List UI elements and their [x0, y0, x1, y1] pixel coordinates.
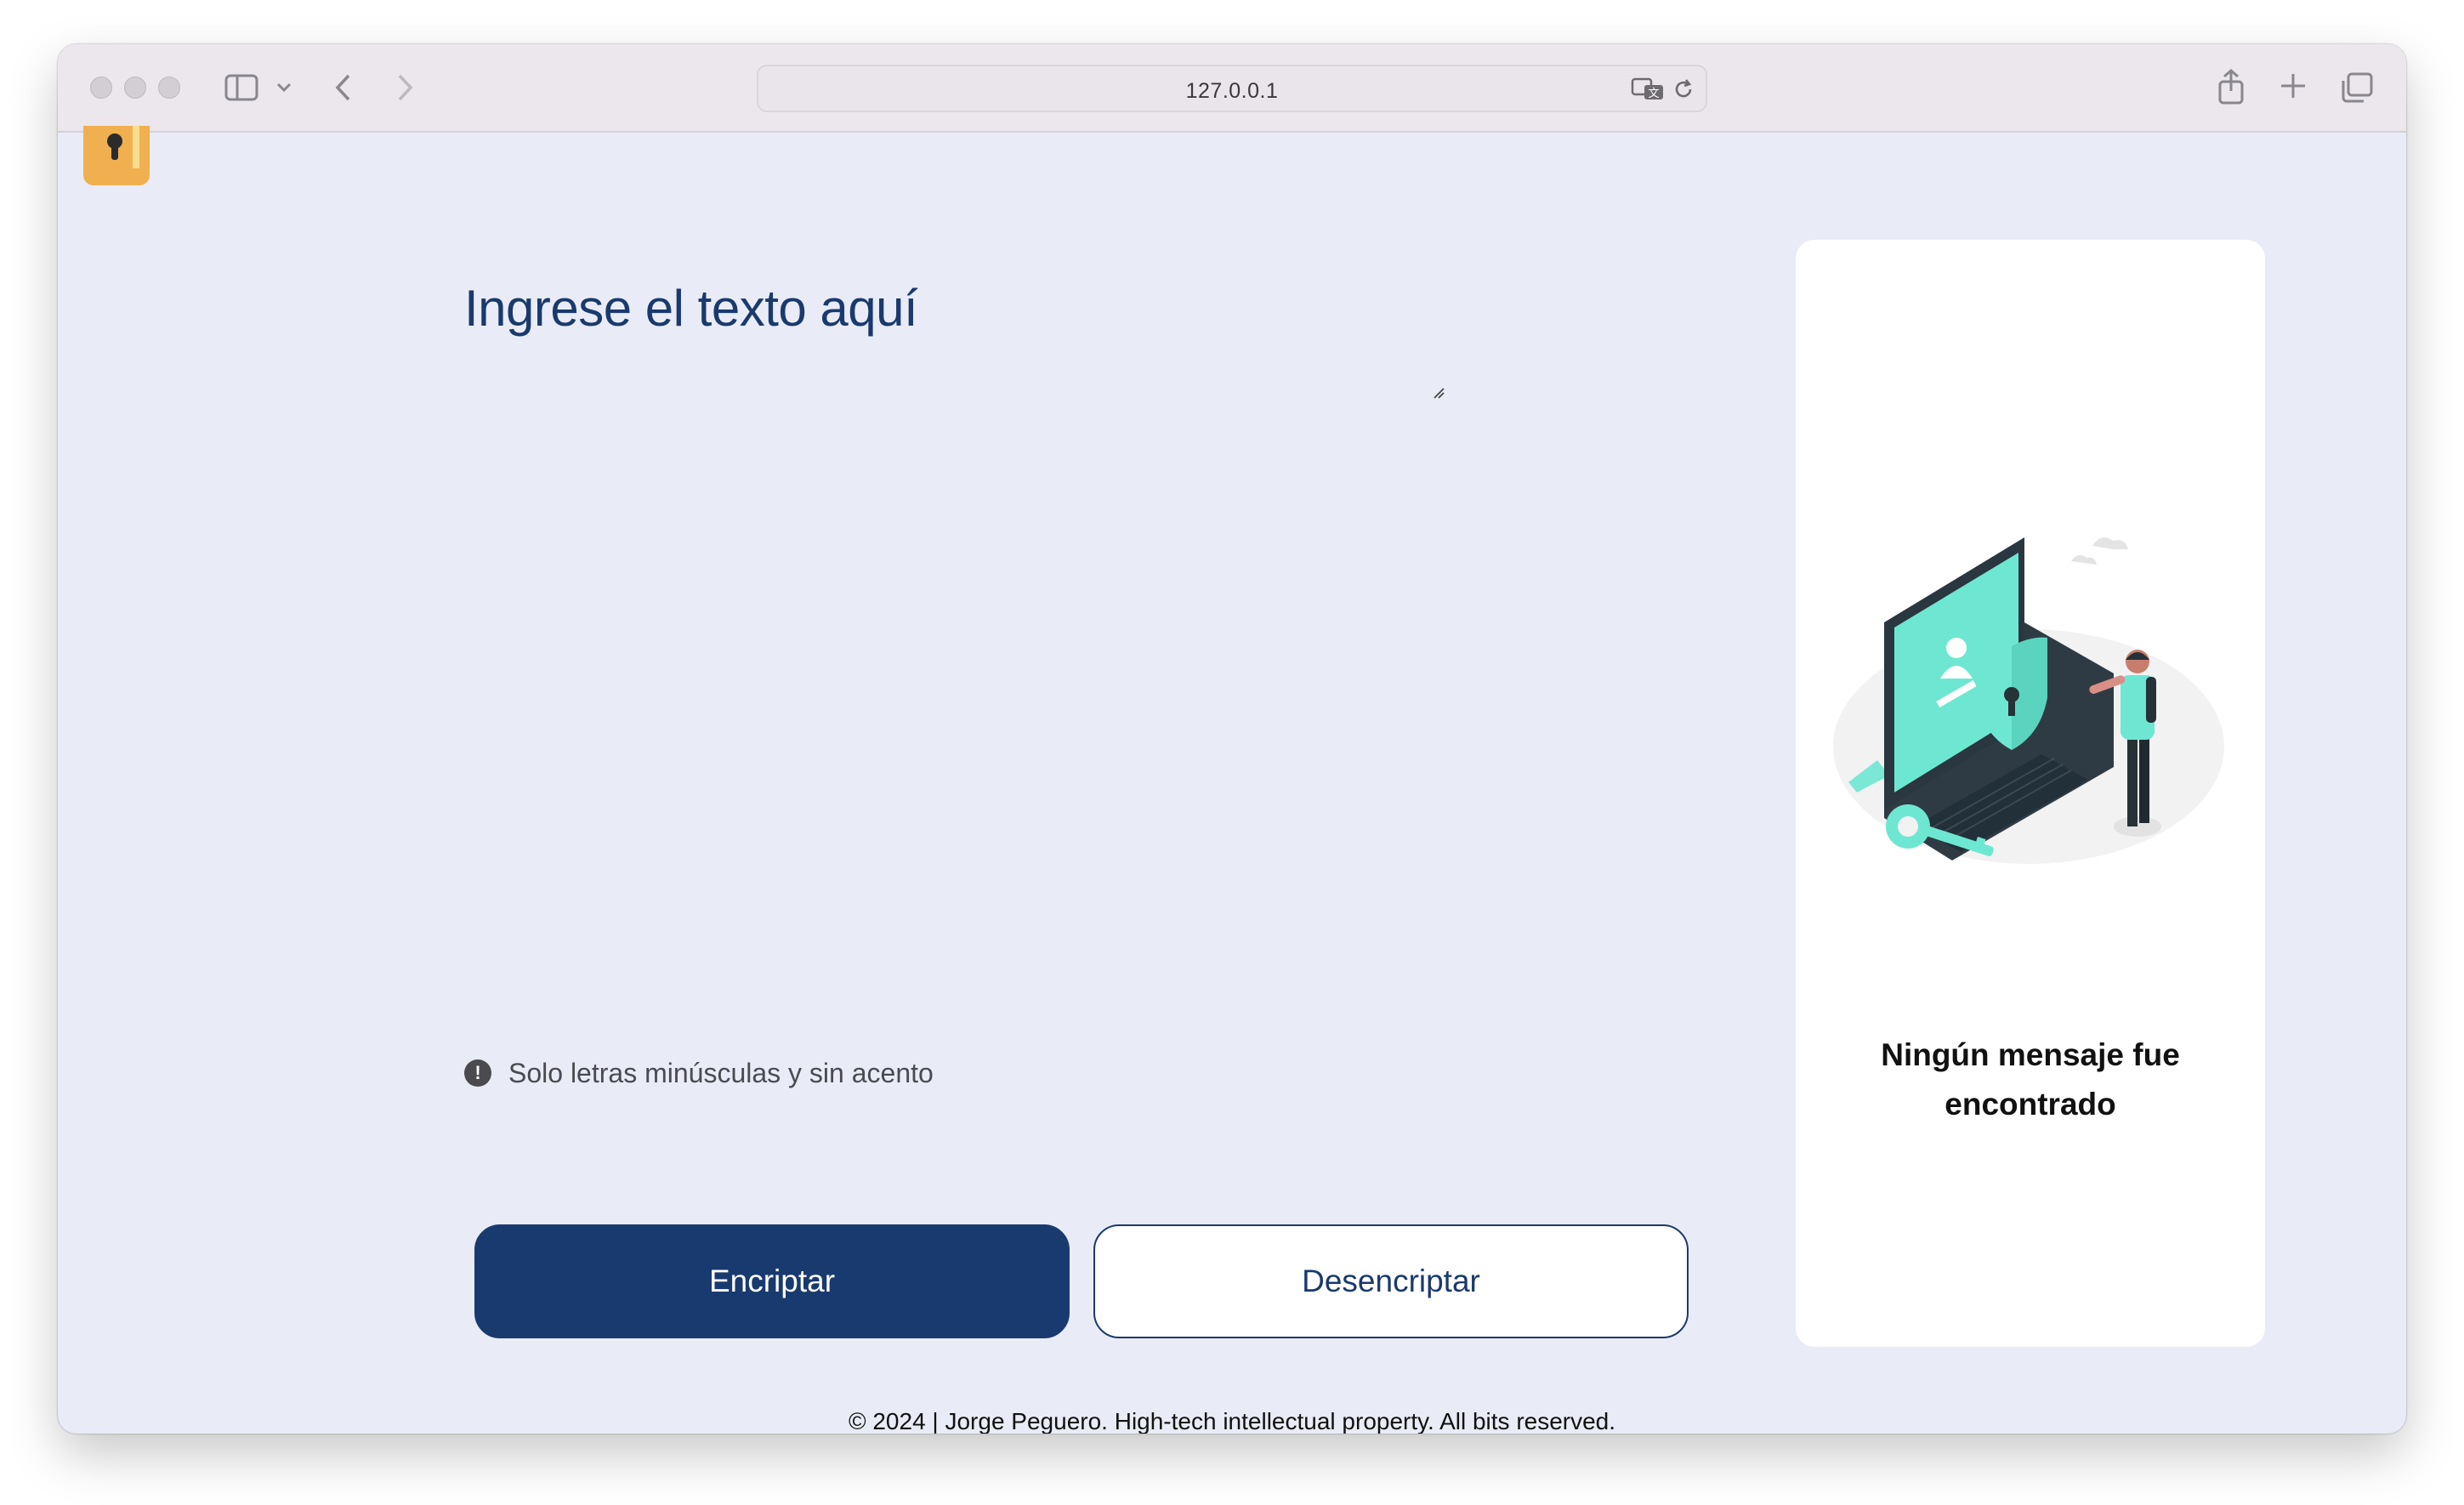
- tab-overview-icon[interactable]: [2340, 71, 2374, 104]
- security-laptop-illustration: [1833, 486, 2229, 890]
- text-input-area[interactable]: [464, 345, 1510, 1025]
- resize-handle-icon[interactable]: [1432, 386, 1445, 404]
- decrypt-button[interactable]: Desencriptar: [1093, 1224, 1689, 1338]
- browser-toolbar: 127.0.0.1 文: [58, 44, 2406, 133]
- page-content: Ingrese el texto aquí ! Solo letras minú…: [58, 126, 2406, 1434]
- translate-icon[interactable]: 文: [1631, 77, 1665, 102]
- address-bar[interactable]: 127.0.0.1 文: [757, 65, 1707, 112]
- input-placeholder-heading: Ingrese el texto aquí: [464, 280, 918, 337]
- footer-text: © 2024 | Jorge Peguero. High-tech intell…: [848, 1408, 1616, 1434]
- no-message-text: Ningún mensaje fue encontrado: [1881, 1037, 2180, 1122]
- chevron-down-icon[interactable]: [275, 82, 292, 94]
- input-hint: ! Solo letras minúsculas y sin acento: [464, 1056, 934, 1090]
- exclamation-icon: !: [464, 1059, 491, 1087]
- sidebar-toggle-icon[interactable]: [224, 73, 258, 102]
- encrypt-button[interactable]: Encriptar: [474, 1224, 1070, 1338]
- hint-text: Solo letras minúsculas y sin acento: [508, 1057, 934, 1088]
- lock-logo-icon: [83, 126, 150, 185]
- url-text: 127.0.0.1: [1185, 79, 1279, 103]
- browser-window: 127.0.0.1 文 Ingrese el texto aquí ! Solo…: [58, 44, 2406, 1434]
- svg-text:文: 文: [1648, 88, 1659, 100]
- reload-icon[interactable]: [1672, 77, 1695, 101]
- close-window-button[interactable]: [90, 77, 112, 99]
- minimize-window-button[interactable]: [124, 77, 146, 99]
- result-panel: Ningún mensaje fue encontrado: [1796, 240, 2265, 1347]
- zoom-window-button[interactable]: [158, 77, 180, 99]
- back-arrow-icon[interactable]: [333, 73, 354, 102]
- share-icon[interactable]: [2216, 68, 2246, 105]
- forward-arrow-icon[interactable]: [395, 73, 415, 102]
- new-tab-icon[interactable]: [2279, 71, 2308, 100]
